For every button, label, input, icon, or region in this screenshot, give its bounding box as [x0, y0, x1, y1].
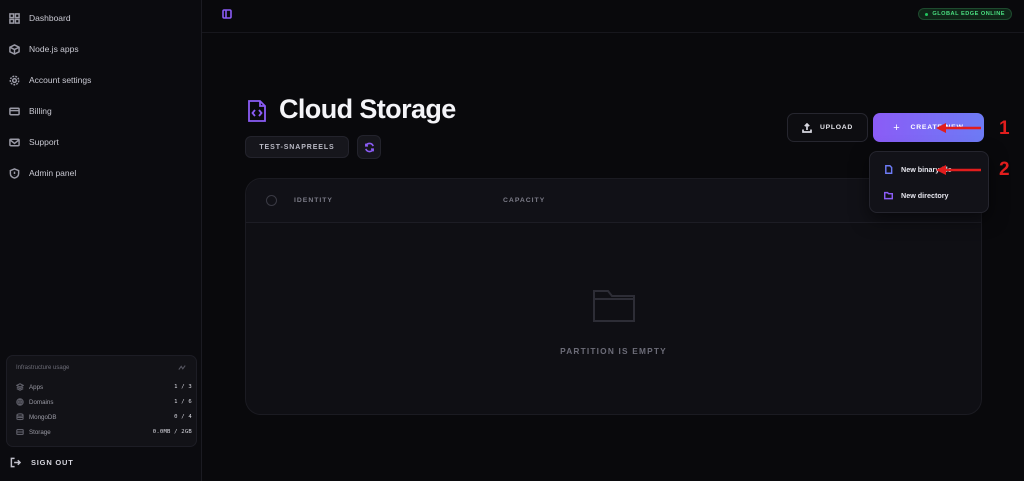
sidebar-item-billing[interactable]: Billing — [9, 100, 194, 122]
create-new-menu: New binary file New directory — [869, 151, 989, 213]
usage-value: 0.0MB / 2GB — [152, 429, 192, 435]
sidebar-item-label: Billing — [29, 106, 52, 116]
sidebar-item-label: Admin panel — [29, 168, 77, 178]
layers-icon — [16, 383, 24, 391]
bucket-selector[interactable]: TEST-SNAPREELS — [245, 136, 349, 158]
logout-icon — [10, 457, 21, 468]
usage-row-domains: Domains 1 / 6 — [16, 396, 192, 408]
infrastructure-usage-card: Infrastructure usage Apps 1 / 3 Domains … — [6, 355, 197, 447]
select-all-checkbox[interactable] — [266, 195, 277, 206]
status-text: GLOBAL EDGE ONLINE — [932, 11, 1005, 17]
folder-icon — [884, 191, 893, 199]
hard-drive-icon — [16, 429, 24, 435]
column-header-capacity[interactable]: CAPACITY — [503, 197, 545, 204]
sidebar-item-label: Node.js apps — [29, 44, 79, 54]
sidebar-item-account-settings[interactable]: Account settings — [9, 69, 194, 91]
gear-icon — [9, 75, 20, 85]
file-table: IDENTITY CAPACITY PARTITION IS EMPTY — [245, 178, 982, 415]
credit-card-icon — [9, 107, 20, 115]
usage-label: MongoDB — [29, 413, 57, 421]
sidebar: Dashboard Node.js apps Account settings … — [0, 0, 202, 481]
globe-icon — [16, 398, 24, 406]
sidebar-item-admin-panel[interactable]: Admin panel — [9, 162, 194, 184]
database-icon — [16, 413, 24, 421]
topbar: GLOBAL EDGE ONLINE — [202, 0, 1024, 33]
sidebar-item-dashboard[interactable]: Dashboard — [9, 7, 194, 29]
menu-item-new-directory[interactable]: New directory — [884, 188, 949, 202]
empty-folder-icon — [593, 290, 635, 322]
plus-icon: + — [893, 121, 901, 134]
usage-value: 0 / 4 — [174, 414, 192, 420]
usage-row-storage: Storage 0.0MB / 2GB — [16, 426, 192, 438]
upload-label: UPLOAD — [820, 124, 853, 131]
menu-item-label: New binary file — [901, 164, 952, 174]
activity-icon — [178, 365, 186, 370]
file-icon — [885, 164, 893, 174]
grid-icon — [9, 12, 20, 24]
refresh-button[interactable] — [357, 135, 381, 159]
usage-label: Domains — [29, 398, 54, 406]
column-header-identity[interactable]: IDENTITY — [294, 197, 333, 204]
usage-label: Apps — [29, 383, 44, 391]
mail-icon — [9, 138, 20, 146]
annotation-number-1: 1 — [999, 118, 1010, 139]
usage-value: 1 / 6 — [174, 399, 192, 405]
usage-row-mongodb: MongoDB 0 / 4 — [16, 411, 192, 423]
usage-label: Storage — [29, 428, 51, 436]
sidebar-item-support[interactable]: Support — [9, 131, 194, 153]
sidebar-item-label: Account settings — [29, 75, 92, 85]
usage-title: Infrastructure usage — [16, 365, 70, 371]
annotation-number-2: 2 — [999, 159, 1010, 180]
sign-out-button[interactable]: SIGN OUT — [10, 457, 74, 468]
sidebar-item-label: Dashboard — [29, 13, 71, 23]
menu-item-new-binary-file[interactable]: New binary file — [884, 162, 952, 176]
cube-icon — [9, 43, 20, 55]
sign-out-label: SIGN OUT — [31, 458, 74, 467]
create-new-button[interactable]: + CREATE NEW — [873, 113, 984, 142]
page-title: Cloud Storage — [279, 94, 456, 124]
usage-value: 1 / 3 — [174, 384, 192, 390]
code-file-icon — [248, 100, 266, 122]
create-new-label: CREATE NEW — [910, 124, 964, 131]
usage-row-apps: Apps 1 / 3 — [16, 381, 192, 393]
shield-icon — [9, 167, 20, 179]
status-dot — [925, 12, 929, 16]
menu-item-label: New directory — [901, 190, 949, 200]
empty-state-text: PARTITION IS EMPTY — [560, 346, 667, 356]
upload-button[interactable]: UPLOAD — [787, 113, 868, 142]
refresh-icon — [364, 142, 374, 152]
sidebar-item-label: Support — [29, 137, 59, 147]
sidebar-toggle-icon[interactable] — [222, 9, 232, 19]
upload-icon — [802, 122, 812, 133]
status-badge: GLOBAL EDGE ONLINE — [918, 8, 1012, 20]
sidebar-item-nodejs-apps[interactable]: Node.js apps — [9, 38, 194, 60]
